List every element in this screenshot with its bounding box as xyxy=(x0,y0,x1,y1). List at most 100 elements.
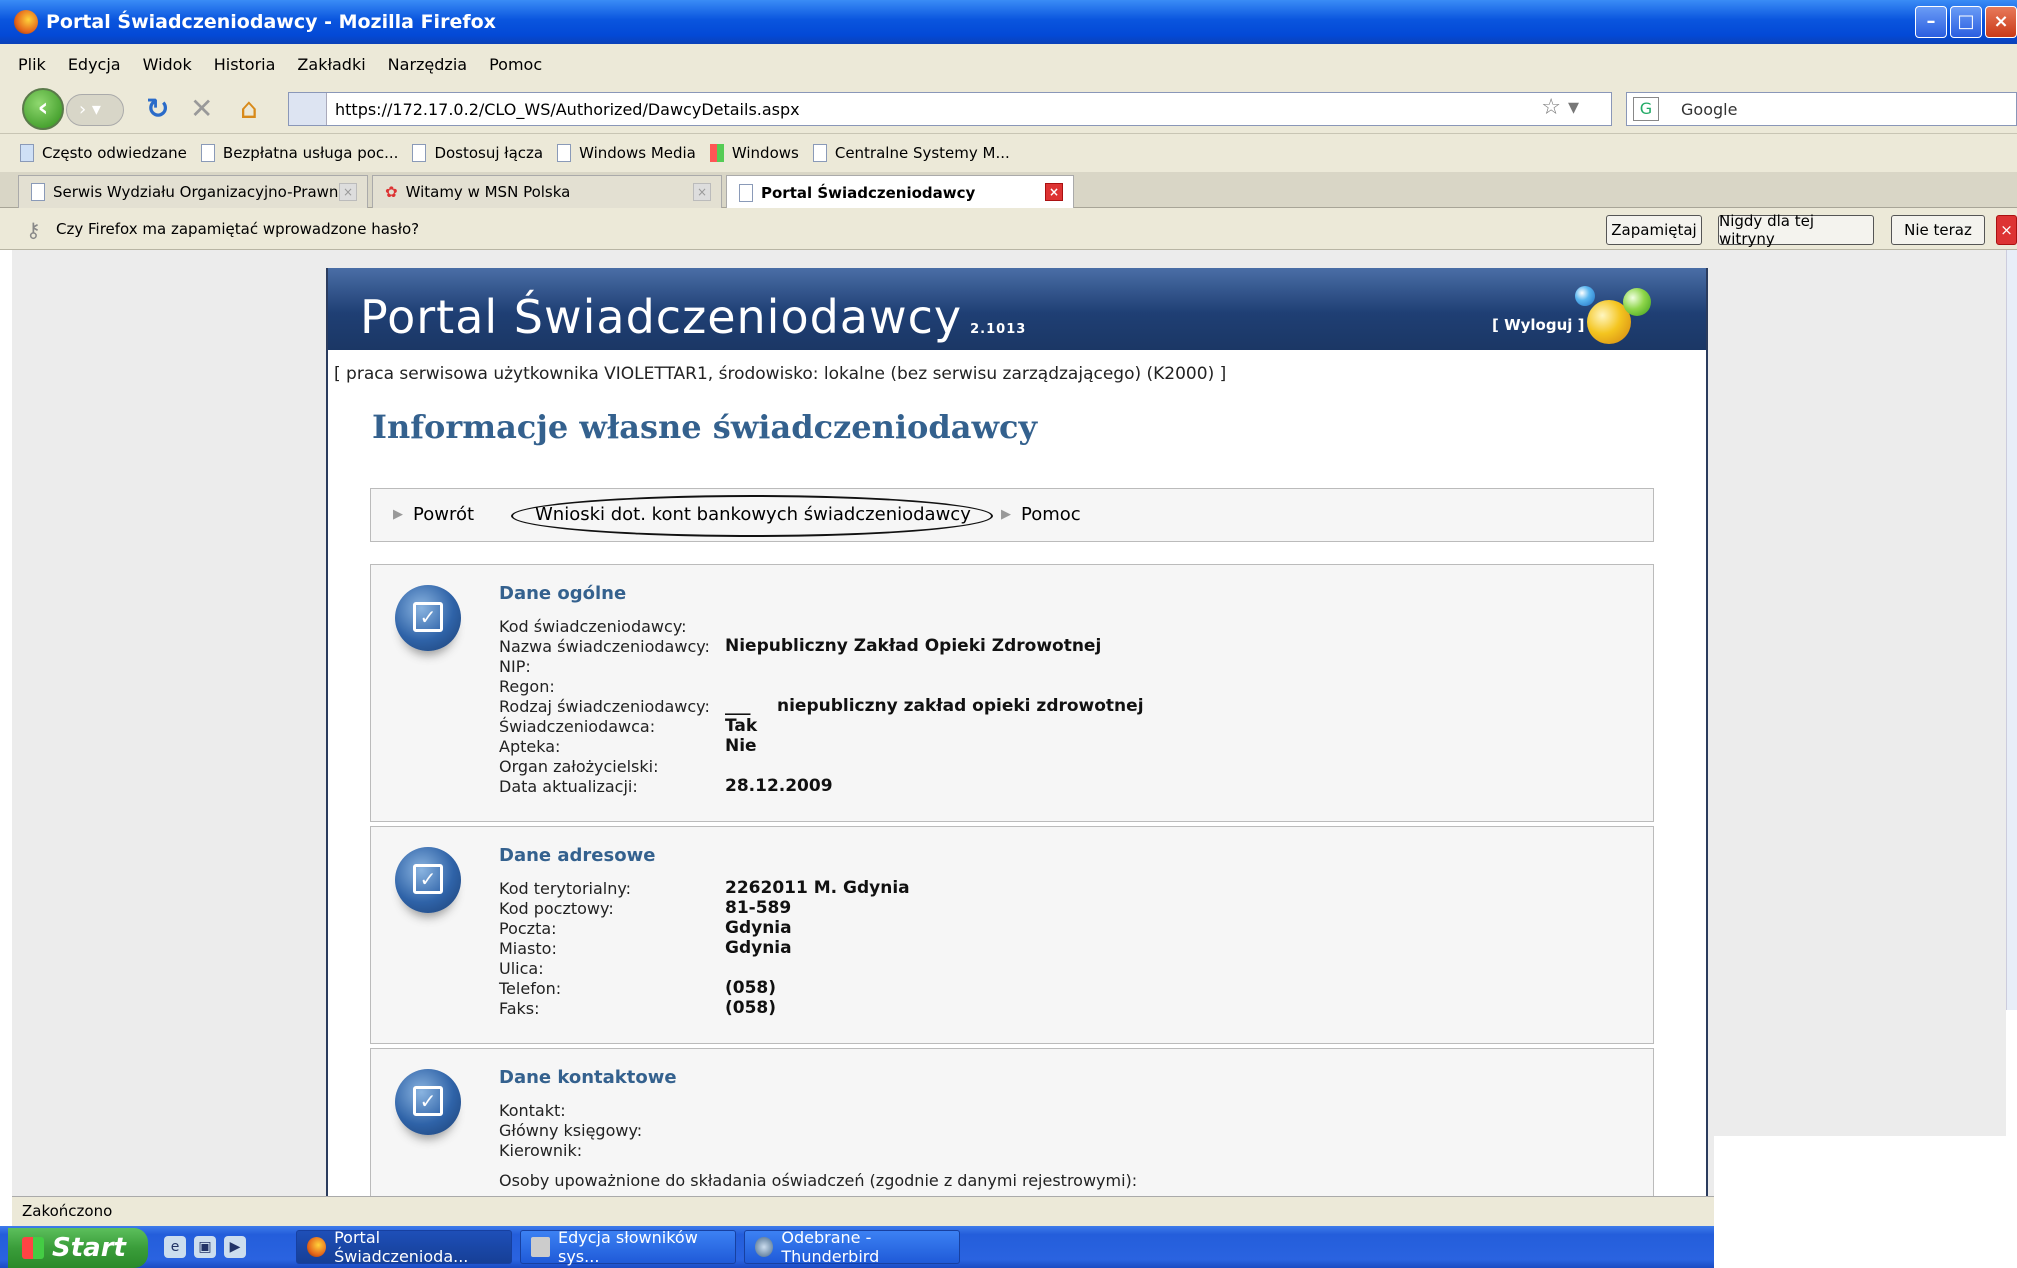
remember-button[interactable]: Zapamiętaj xyxy=(1606,215,1702,245)
territorial-code-value: 2262011 M. Gdynia xyxy=(725,878,910,898)
tab-portal[interactable]: Portal Świadczeniodawcy × xyxy=(726,175,1074,209)
section-title: Dane ogólne xyxy=(499,583,627,604)
never-button[interactable]: Nigdy dla tej witryny xyxy=(1718,212,1874,248)
start-button[interactable]: Start xyxy=(8,1228,148,1268)
taskbar-dictionaries[interactable]: Edycja słowników sys... xyxy=(520,1228,736,1266)
maximize-button[interactable]: □ xyxy=(1950,6,1982,38)
page-viewport: Portal Świadczeniodawcy 2.1013 [ Wyloguj … xyxy=(12,250,2006,1196)
back-button[interactable]: ‹ xyxy=(22,88,64,130)
tab-serwis[interactable]: Serwis Wydziału Organizacyjno-Prawn... × xyxy=(18,175,368,208)
search-placeholder: Google xyxy=(1681,99,1738,119)
checkbox-document-icon: ✓ xyxy=(395,1069,461,1135)
menu-widok[interactable]: Widok xyxy=(143,55,192,74)
postal-code-value: 81-589 xyxy=(725,898,792,918)
site-identity-icon[interactable] xyxy=(289,93,327,125)
field-label: Faks: xyxy=(499,999,540,1018)
section-title: Dane adresowe xyxy=(499,845,656,866)
vertical-scrollbar[interactable] xyxy=(2006,250,2017,1010)
back-link[interactable]: ▶ Powrót xyxy=(393,504,474,525)
menu-narzedzia[interactable]: Narzędzia xyxy=(388,55,467,74)
action-menu: ▶ Powrót Wnioski dot. kont bankowych świa… xyxy=(370,488,1654,542)
reload-icon[interactable]: ↻ xyxy=(146,94,169,124)
tab-close-icon[interactable]: × xyxy=(1045,183,1063,201)
minimize-button[interactable]: – xyxy=(1915,6,1947,38)
bookmark-star-icon[interactable]: ☆ ▾ xyxy=(1541,95,1579,120)
close-window-button[interactable]: × xyxy=(1985,6,2017,38)
address-data-section: ✓ Dane adresowe Kod terytorialny: Kod po… xyxy=(370,826,1654,1044)
quicklaunch-ie-icon[interactable]: e xyxy=(164,1236,186,1258)
tab-close-icon[interactable]: × xyxy=(339,183,357,201)
address-bar[interactable]: https://172.17.0.2/CLO_WS/Authorized/Daw… xyxy=(288,92,1612,126)
menu-historia[interactable]: Historia xyxy=(214,55,276,74)
quicklaunch-media-icon[interactable]: ▶ xyxy=(224,1236,246,1258)
not-now-button[interactable]: Nie teraz xyxy=(1891,215,1985,245)
field-label: Regon: xyxy=(499,677,555,696)
field-label: Świadczeniodawca: xyxy=(499,717,656,736)
arrow-right-icon: ▶ xyxy=(393,507,403,522)
field-label: Miasto: xyxy=(499,939,557,958)
page-icon xyxy=(557,144,572,162)
field-label: Nazwa świadczeniodawcy: xyxy=(499,637,710,656)
bookmark-item[interactable]: Centralne Systemy M... xyxy=(812,144,1010,162)
menu-pomoc[interactable]: Pomoc xyxy=(489,55,542,74)
tab-msn[interactable]: ✿ Witamy w MSN Polska × xyxy=(372,175,722,208)
menu-zakladki[interactable]: Zakładki xyxy=(297,55,365,74)
taskbar-thunderbird[interactable]: Odebrane - Thunderbird xyxy=(744,1228,960,1266)
provider-flag-value: Tak xyxy=(725,716,758,736)
bookmarks-toolbar: Często odwiedzane Bezpłatna usługa poc..… xyxy=(0,134,2017,172)
contact-data-section: ✓ Dane kontaktowe Kontakt: Główny księgo… xyxy=(370,1048,1654,1196)
field-label: Rodzaj świadczeniodawcy: xyxy=(499,697,710,716)
bookmark-item[interactable]: Bezpłatna usługa poc... xyxy=(200,144,398,162)
thunderbird-icon xyxy=(755,1237,774,1257)
page-icon xyxy=(812,144,827,162)
tab-close-icon[interactable]: × xyxy=(693,183,711,201)
field-label: Poczta: xyxy=(499,919,557,938)
blank-area xyxy=(1714,1136,2017,1268)
bank-account-requests-link[interactable]: Wnioski dot. kont bankowych świadczeniod… xyxy=(535,504,971,525)
bookmark-item[interactable]: Windows xyxy=(709,144,799,162)
bookmark-item[interactable]: Często odwiedzane xyxy=(20,144,187,162)
logout-link[interactable]: [ Wyloguj ] xyxy=(1492,316,1584,334)
field-label: Kierownik: xyxy=(499,1141,583,1160)
msn-butterfly-icon: ✿ xyxy=(385,183,398,201)
close-notification-button[interactable]: × xyxy=(1996,215,2017,245)
phone-value: (058) xyxy=(725,978,777,998)
portal-logo xyxy=(1573,282,1653,348)
provider-type-value: niepubliczny zakład opieki zdrowotnej xyxy=(777,696,1144,716)
menu-plik[interactable]: Plik xyxy=(18,55,46,74)
url-text: https://172.17.0.2/CLO_WS/Authorized/Daw… xyxy=(335,99,800,119)
password-notification-bar: ⚷ Czy Firefox ma zapamiętać wprowadzone … xyxy=(0,208,2017,250)
portal-panel: Portal Świadczeniodawcy 2.1013 [ Wyloguj … xyxy=(326,268,1708,1196)
checkbox-document-icon: ✓ xyxy=(395,585,461,651)
fax-value: (058) xyxy=(725,998,777,1018)
post-office-value: Gdynia xyxy=(725,918,792,938)
field-label: Kontakt: xyxy=(499,1101,566,1120)
bookmark-item[interactable]: Dostosuj łącza xyxy=(412,144,543,162)
status-bar: Zakończono xyxy=(12,1196,1714,1226)
key-icon: ⚷ xyxy=(26,218,41,242)
forward-button[interactable]: › ▾ xyxy=(66,94,124,126)
app-icon xyxy=(531,1237,550,1257)
city-value: Gdynia xyxy=(725,938,792,958)
help-link[interactable]: ▶ Pomoc xyxy=(1001,504,1081,525)
provider-name-value: Niepubliczny Zakład Opieki Zdrowotnej xyxy=(725,636,1102,656)
page-icon xyxy=(31,183,45,201)
menu-edycja[interactable]: Edycja xyxy=(68,55,121,74)
bookmark-item[interactable]: Windows Media xyxy=(557,144,696,162)
search-box[interactable]: G Google xyxy=(1626,92,2017,126)
menu-bar: Plik Edycja Widok Historia Zakładki Narz… xyxy=(0,44,2017,84)
field-label: Kod terytorialny: xyxy=(499,879,632,898)
taskbar-firefox[interactable]: Portal Świadczenioda... xyxy=(296,1228,512,1266)
field-label: Apteka: xyxy=(499,737,561,756)
stop-icon[interactable]: ✕ xyxy=(190,94,213,124)
arrow-right-icon: ▶ xyxy=(1001,507,1011,522)
quicklaunch-desktop-icon[interactable]: ▣ xyxy=(194,1236,216,1258)
search-engine-icon[interactable]: G xyxy=(1633,97,1659,121)
field-label: Kod świadczeniodawcy: xyxy=(499,617,687,636)
checkbox-document-icon: ✓ xyxy=(395,847,461,913)
windows-flag-icon xyxy=(22,1237,44,1259)
page-icon xyxy=(200,144,215,162)
portal-version: 2.1013 xyxy=(970,322,1027,337)
field-label: Telefon: xyxy=(499,979,562,998)
home-icon[interactable]: ⌂ xyxy=(240,94,258,124)
